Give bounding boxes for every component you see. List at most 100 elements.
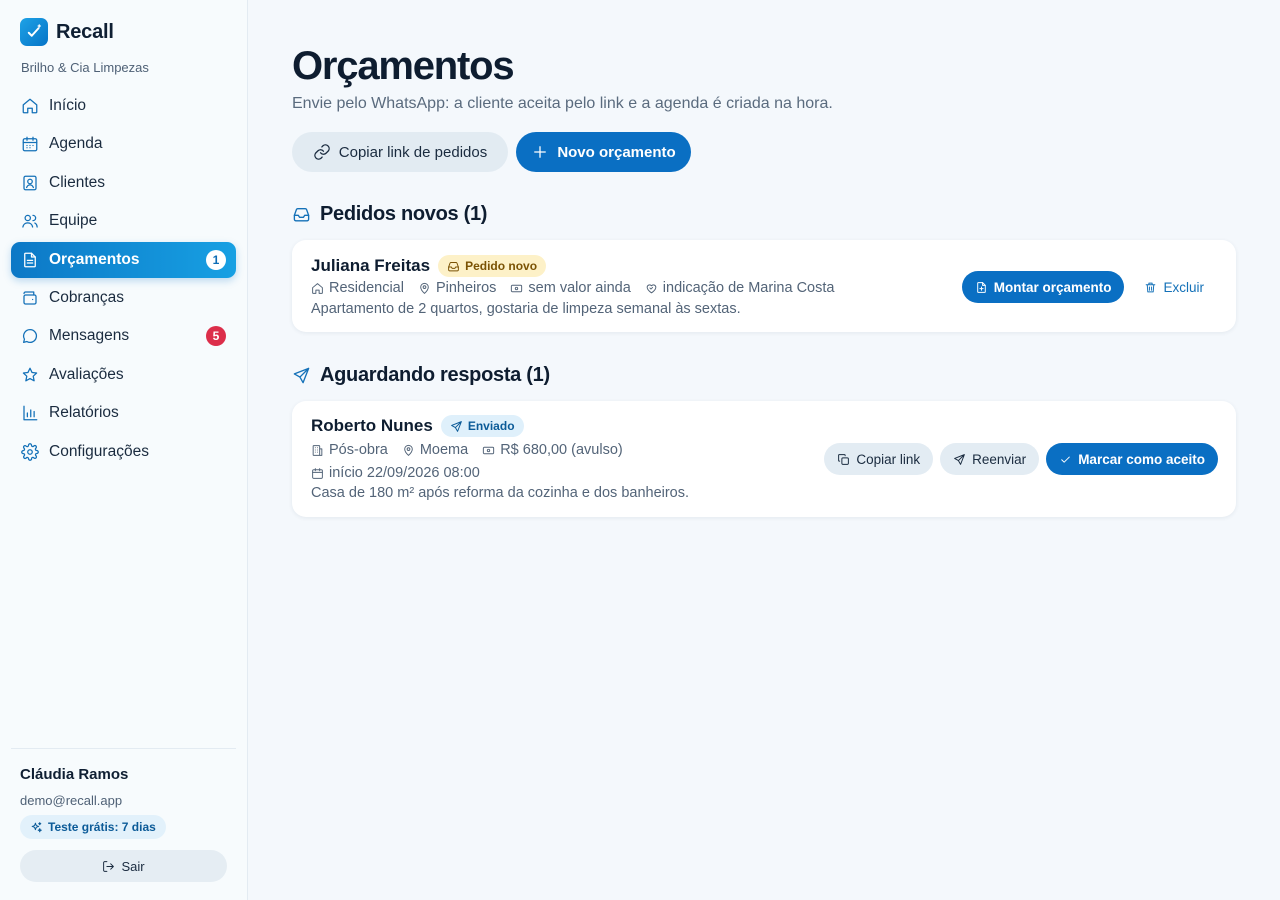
logout-button[interactable]: Sair (20, 850, 227, 882)
page-title: Orçamentos (292, 44, 515, 88)
inbox-icon (448, 261, 459, 271)
awaiting-heading: Aguardando resposta (1) (292, 364, 550, 387)
page-subtitle: Envie pelo WhatsApp: a cliente aceita pe… (292, 95, 833, 112)
building-icon (312, 444, 323, 456)
trial-label: Teste grátis: 7 dias (48, 820, 156, 834)
home-icon (312, 282, 323, 294)
referral: indicação de Marina Costa (645, 280, 835, 296)
brand-name: Recall (56, 20, 114, 43)
banknote-icon (483, 446, 495, 454)
calendar-icon (312, 467, 323, 479)
sidebar-item-label: Agenda (49, 135, 103, 153)
copy-orders-label: Copiar link de pedidos (338, 143, 488, 161)
map-pin-icon (420, 282, 429, 294)
send-icon (293, 367, 310, 384)
delete-label: Excluir (1163, 279, 1204, 295)
trash-icon (1146, 282, 1156, 292)
send-icon (450, 420, 462, 432)
request-description: Apartamento de 2 quartos, gostaria de li… (311, 301, 741, 317)
status-badge: Pedido novo (438, 255, 547, 277)
link-icon (314, 144, 330, 160)
section-title: Aguardando resposta (1) (320, 364, 550, 386)
heart-handshake-icon (646, 283, 657, 293)
unread-badge: 5 (206, 326, 226, 347)
resend-button[interactable]: Reenviar (940, 443, 1040, 475)
sidebar-item-label: Clientes (49, 173, 105, 191)
resend-label: Reenviar (972, 451, 1027, 467)
mark-accepted-button[interactable]: Marcar como aceito (1046, 443, 1218, 475)
sidebar-item-label: Cobranças (49, 288, 124, 306)
status-badge: Enviado (440, 415, 524, 437)
sidebar-item-avaliacoes[interactable]: Avaliações (11, 357, 236, 393)
service-type: Pós-obra (311, 442, 388, 458)
referral-label: indicação de Marina Costa (662, 280, 835, 296)
contact-icon (23, 175, 37, 191)
start-date: início 22/09/2026 08:00 (311, 465, 480, 481)
calendar-icon (22, 137, 38, 152)
price: R$ 680,00 (avulso) (482, 442, 623, 458)
sidebar-item-inicio[interactable]: Início (11, 88, 236, 124)
sidebar-item-agenda[interactable]: Agenda (11, 126, 236, 162)
sidebar-item-label: Equipe (49, 212, 98, 230)
start-date-label: início 22/09/2026 08:00 (329, 465, 480, 481)
sparkles-icon (31, 821, 42, 832)
users-icon (22, 214, 38, 228)
banknote-icon (511, 284, 523, 292)
divider (11, 748, 236, 749)
sidebar-item-mensagens[interactable]: Mensagens 5 (11, 318, 236, 354)
price-label: R$ 680,00 (avulso) (500, 442, 623, 458)
section-title: Pedidos novos (1) (320, 203, 488, 225)
send-icon (954, 453, 966, 465)
sidebar-item-cobrancas[interactable]: Cobranças (11, 280, 236, 316)
status-label: Enviado (467, 419, 515, 433)
copy-orders-link-button[interactable]: Copiar link de pedidos (292, 132, 508, 172)
service-type-label: Pós-obra (329, 442, 388, 458)
quote-description: Casa de 180 m² após reforma da cozinha e… (311, 485, 690, 501)
logo-check-icon (20, 18, 48, 46)
wallet-icon (23, 291, 37, 305)
logout-label: Sair (121, 858, 145, 874)
user-email: demo@recall.app (20, 793, 123, 808)
build-quote-button[interactable]: Montar orçamento (961, 271, 1125, 303)
build-quote-label: Montar orçamento (993, 279, 1112, 295)
copy-icon (838, 453, 850, 465)
location: Moema (402, 442, 468, 458)
plus-icon (534, 146, 547, 158)
sidebar-item-relatorios[interactable]: Relatórios (11, 395, 236, 431)
sidebar-item-equipe[interactable]: Equipe (11, 203, 236, 239)
sidebar-item-label: Relatórios (49, 404, 119, 422)
document-icon (24, 252, 36, 267)
sidebar-item-orcamentos[interactable]: Orçamentos 1 (11, 241, 236, 278)
client-name: Roberto Nunes (311, 416, 433, 435)
location-label: Moema (419, 442, 469, 458)
request-card: Juliana Freitas Pedido novo Residencial … (292, 240, 1236, 332)
company-name: Brilho & Cia Limpezas (21, 60, 149, 75)
user-name: Cláudia Ramos (20, 766, 129, 783)
logout-icon (103, 860, 115, 872)
check-icon (1061, 456, 1070, 463)
service-type-label: Residencial (329, 280, 404, 296)
sidebar-item-configuracoes[interactable]: Configurações (11, 434, 236, 470)
map-pin-icon (404, 444, 413, 456)
bar-chart-icon (23, 405, 38, 421)
copy-link-button[interactable]: Copiar link (824, 443, 934, 475)
inbox-icon (293, 208, 310, 222)
sidebar-item-label: Avaliações (49, 365, 124, 383)
sidebar-item-label: Orçamentos (49, 250, 140, 268)
new-quote-label: Novo orçamento (557, 143, 676, 161)
home-icon (22, 98, 38, 114)
mark-accepted-label: Marcar como aceito (1078, 451, 1205, 467)
new-requests-heading: Pedidos novos (1) (292, 203, 487, 226)
star-icon (22, 367, 38, 382)
price: sem valor ainda (510, 280, 631, 296)
sidebar: Recall Brilho & Cia Limpezas Início Agen… (0, 0, 248, 900)
sidebar-item-clientes[interactable]: Clientes (11, 165, 236, 201)
brand[interactable]: Recall (20, 18, 114, 46)
service-type: Residencial (311, 280, 404, 296)
trial-badge: Teste grátis: 7 dias (20, 815, 166, 839)
price-label: sem valor ainda (528, 280, 631, 296)
delete-button[interactable]: Excluir (1131, 271, 1217, 303)
sidebar-item-label: Início (49, 97, 87, 114)
new-quote-button[interactable]: Novo orçamento (516, 132, 691, 172)
message-icon (22, 329, 38, 344)
